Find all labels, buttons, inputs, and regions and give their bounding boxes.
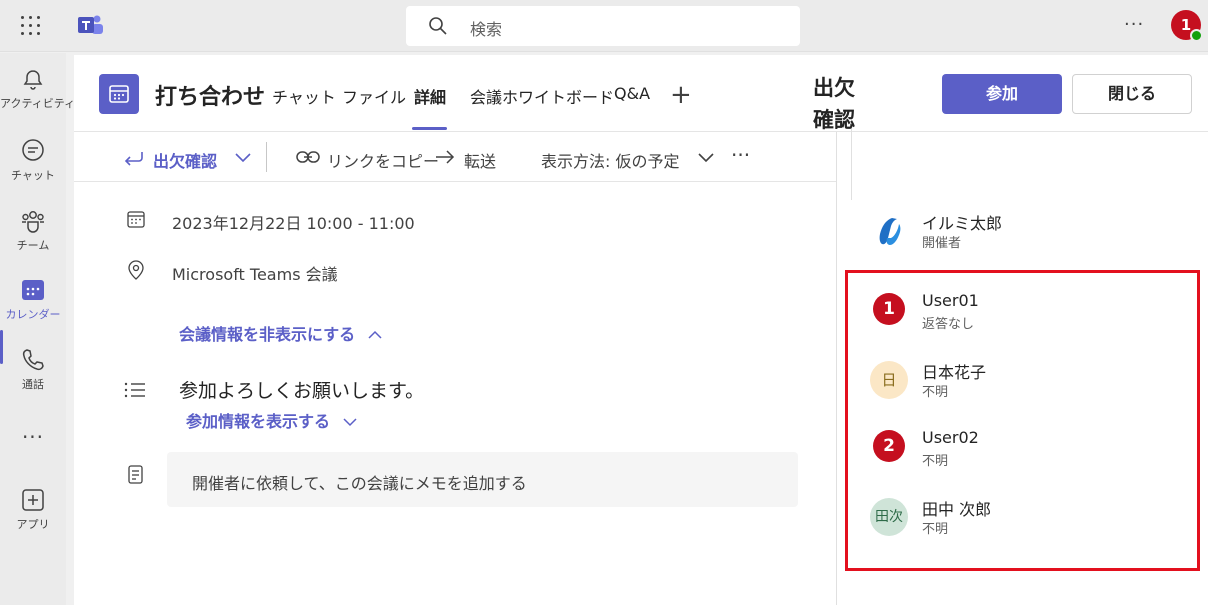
phone-icon <box>22 349 44 371</box>
link-icon <box>296 151 320 163</box>
chevron-down-icon <box>343 418 357 427</box>
meeting-toolbar: 出欠確認 リンクをコピー 転送 表示方法: 仮の予定 ··· <box>74 132 836 182</box>
search-icon <box>429 17 447 35</box>
more-apps-icon[interactable]: ··· <box>0 425 66 453</box>
more-options-icon[interactable]: ··· <box>1124 14 1144 35</box>
meeting-agenda-text: 参加よろしくお願いします。 <box>179 380 425 402</box>
meeting-datetime: 2023年12月22日 10:00 - 11:00 <box>172 214 415 233</box>
rail-item-activity[interactable]: アクティビティ <box>0 68 76 128</box>
chevron-down-icon[interactable] <box>698 152 714 164</box>
arrow-right-icon <box>436 150 455 164</box>
attendee-name: イルミ太郎 <box>922 214 1003 233</box>
rail-label: カレンダー <box>5 308 61 321</box>
meeting-location: Microsoft Teams 会議 <box>172 265 338 284</box>
join-button[interactable]: 参加 <box>942 74 1062 114</box>
calendar-icon <box>22 280 44 300</box>
active-tab-indicator <box>412 127 447 130</box>
meeting-calendar-icon <box>99 74 139 114</box>
reply-arrow-icon <box>124 152 143 166</box>
notes-prompt-text: 開催者に依頼して、この会議にメモを追加する <box>192 474 527 493</box>
rail-item-calendar[interactable]: カレンダー <box>0 277 66 337</box>
show-as-dropdown[interactable]: 表示方法: 仮の予定 <box>541 148 679 172</box>
chat-icon <box>22 139 44 161</box>
rail-item-apps[interactable]: アプリ <box>0 487 66 547</box>
attendance-title: 出欠 確認 <box>813 72 855 136</box>
attendee-organizer[interactable]: イルミ太郎 開催者 <box>870 210 1170 260</box>
rail-label: チーム <box>16 239 50 252</box>
app-launcher-icon[interactable] <box>21 16 41 36</box>
attendance-title-line1: 出欠 <box>813 76 855 100</box>
plus-box-icon <box>22 489 44 511</box>
attendance-title-line2: 確認 <box>813 108 855 132</box>
rail-label: アプリ <box>16 518 50 531</box>
panel-divider <box>836 132 837 605</box>
search-input[interactable]: 検索 <box>406 6 800 46</box>
hide-meeting-info-link[interactable]: 会議情報を非表示にする <box>179 321 382 345</box>
copy-link-button[interactable]: リンクをコピー <box>327 148 439 172</box>
show-join-info-link[interactable]: 参加情報を表示する <box>186 408 357 432</box>
rail-label: アクティビティ <box>0 97 76 110</box>
attendee-status: 開催者 <box>922 236 962 251</box>
rail-label: 通話 <box>22 378 44 391</box>
teams-logo-icon <box>76 14 104 38</box>
rail-item-calls[interactable]: 通話 <box>0 347 66 407</box>
attendee-highlight-box <box>845 270 1200 571</box>
organizer-logo-icon <box>870 212 908 250</box>
tab-qa[interactable]: Q&A <box>614 84 650 103</box>
add-tab-icon[interactable]: + <box>670 80 692 110</box>
hide-info-label: 会議情報を非表示にする <box>179 325 356 344</box>
tab-details[interactable]: 詳細 <box>414 84 446 108</box>
notes-icon <box>128 465 143 484</box>
search-placeholder: 検索 <box>470 20 503 39</box>
rail-item-chat[interactable]: チャット <box>0 138 66 198</box>
presence-available-icon <box>1190 29 1203 42</box>
agenda-list-icon <box>124 382 145 398</box>
teams-icon <box>22 211 44 233</box>
top-bar: 検索 ··· 1 <box>0 0 1208 52</box>
location-pin-icon <box>128 260 144 280</box>
tab-files[interactable]: ファイル <box>342 84 406 108</box>
chevron-up-icon <box>368 330 382 339</box>
toolbar-divider <box>266 142 267 172</box>
meeting-title: 打ち合わせ <box>155 85 266 110</box>
tab-whiteboard[interactable]: 会議ホワイトボード <box>470 84 614 108</box>
calendar-small-icon <box>127 211 145 228</box>
rail-item-teams[interactable]: チーム <box>0 208 66 268</box>
chevron-down-icon[interactable] <box>235 152 251 164</box>
rail-label: チャット <box>11 169 55 182</box>
more-actions-icon[interactable]: ··· <box>731 143 750 167</box>
forward-button[interactable]: 転送 <box>464 148 496 172</box>
bell-icon <box>23 70 43 90</box>
app-rail: アクティビティ チャット チーム カレンダー 通話 ··· アプリ <box>0 53 76 605</box>
add-notes-prompt[interactable]: 開催者に依頼して、この会議にメモを追加する <box>167 452 798 507</box>
tab-chat[interactable]: チャット <box>272 84 336 108</box>
close-button[interactable]: 閉じる <box>1072 74 1192 114</box>
show-join-info-label: 参加情報を表示する <box>186 412 331 431</box>
rsvp-button[interactable]: 出欠確認 <box>153 148 217 172</box>
